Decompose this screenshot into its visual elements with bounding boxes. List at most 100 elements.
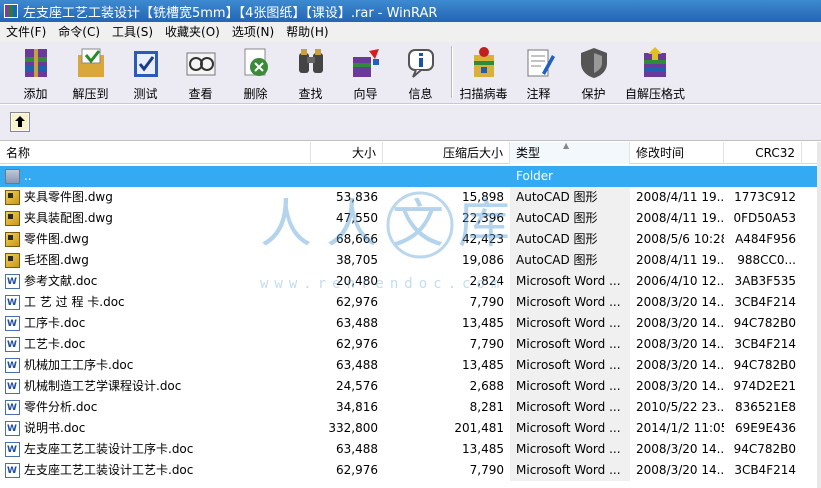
parent-folder-row[interactable]: .. Folder [0, 166, 821, 187]
file-row[interactable]: 夹具装配图.dwg 47,550 22,396 AutoCAD 图形 2008/4/11… [0, 208, 821, 229]
menu-tools[interactable]: 工具(S) [106, 22, 159, 42]
file-name: 毛坯图.dwg [24, 253, 89, 267]
sfx-button[interactable]: 自解压格式 [621, 42, 689, 102]
file-row[interactable]: 机械加工工序卡.doc 63,488 13,485 Microsoft Word ..… [0, 355, 821, 376]
delete-button[interactable]: 删除 [228, 42, 283, 102]
file-name-cell: 零件分析.doc [5, 397, 310, 418]
word-document-icon [5, 335, 20, 355]
file-name: 工 艺 过 程 卡.doc [24, 295, 125, 309]
file-type: Microsoft Word ... [510, 292, 630, 313]
file-row[interactable]: 说明书.doc 332,800 201,481 Microsoft Word ... 2… [0, 418, 821, 439]
file-crc32: 0FD50A53 [733, 211, 796, 225]
file-row[interactable]: 左支座工艺工装设计工序卡.doc 63,488 13,485 Microsoft Wo… [0, 439, 821, 460]
test-label: 测试 [133, 87, 158, 101]
header-type[interactable]: 类型 [510, 142, 630, 164]
header-size[interactable]: 大小 [311, 142, 383, 164]
menu-commands[interactable]: 命令(C) [52, 22, 106, 42]
file-crc32: 3CB4F214 [734, 337, 796, 351]
file-packed-size: 2,688 [469, 379, 504, 393]
file-name-cell: .. [5, 166, 310, 187]
sfx-icon [644, 47, 666, 77]
file-packed-size: 7,790 [469, 337, 504, 351]
vertical-scrollbar[interactable] [817, 142, 821, 488]
winrar-app-icon [4, 4, 18, 18]
info-icon [407, 49, 434, 78]
file-crc32: 69E9E436 [735, 421, 796, 435]
menu-favorites[interactable]: 收藏夹(O) [159, 22, 226, 42]
extract-to-button[interactable]: 解压到 [63, 42, 118, 102]
file-type: AutoCAD 图形 [510, 250, 630, 271]
file-crc32: 988CC0... [737, 253, 796, 267]
wizard-button[interactable]: 向导 [338, 42, 393, 102]
autocad-file-icon [5, 211, 20, 226]
file-size: 68,666 [336, 232, 378, 246]
file-name-cell: 夹具零件图.dwg [5, 187, 310, 208]
virus-scan-button[interactable]: 扫描病毒 [456, 42, 511, 102]
header-crc32[interactable]: CRC32 [724, 142, 802, 164]
column-headers: 名称 大小 压缩后大小 类型 修改时间 CRC32 [0, 142, 821, 164]
add-button[interactable]: 添加 [8, 42, 63, 102]
file-row[interactable]: 毛坯图.dwg 38,705 19,086 AutoCAD 图形 2008/4/11 1… [0, 250, 821, 271]
find-button[interactable]: 查找 [283, 42, 338, 102]
file-packed-size: 19,086 [462, 253, 504, 267]
file-name: .. [24, 169, 32, 183]
view-button[interactable]: 查看 [173, 42, 228, 102]
file-row[interactable]: 工艺卡.doc 62,976 7,790 Microsoft Word ... 2008… [0, 334, 821, 355]
menu-file[interactable]: 文件(F) [0, 22, 52, 42]
comment-button[interactable]: 注释 [511, 42, 566, 102]
info-button[interactable]: 信息 [393, 42, 448, 102]
file-type: Folder [516, 169, 554, 183]
file-name: 参考文献.doc [24, 274, 98, 288]
file-size: 63,488 [336, 316, 378, 330]
menu-help[interactable]: 帮助(H) [280, 22, 334, 42]
word-document-icon [5, 461, 20, 481]
file-row[interactable]: 零件图.dwg 68,666 42,423 AutoCAD 图形 2008/5/6 10… [0, 229, 821, 250]
file-modified: 2008/3/20 14... [636, 358, 724, 372]
file-modified: 2014/1/2 11:05 [636, 421, 724, 435]
file-name: 工序卡.doc [24, 316, 86, 330]
menu-bar: 文件(F) 命令(C) 工具(S) 收藏夹(O) 选项(N) 帮助(H) [0, 22, 821, 42]
file-row[interactable]: 机械制造工艺学课程设计.doc 24,576 2,688 Microsoft Word… [0, 376, 821, 397]
file-crc32: 94C782B0 [733, 442, 796, 456]
test-button[interactable]: 测试 [118, 42, 173, 102]
file-crc32: 836521E8 [734, 400, 796, 414]
file-row[interactable]: 工 艺 过 程 卡.doc 62,976 7,790 Microsoft Word .… [0, 292, 821, 313]
file-name-cell: 机械加工工序卡.doc [5, 355, 310, 376]
file-size: 34,816 [336, 400, 378, 414]
file-row[interactable]: 左支座工艺工装设计工艺卡.doc 62,976 7,790 Microsoft Wor… [0, 460, 821, 481]
file-type: Microsoft Word ... [510, 334, 630, 355]
file-modified: 2008/3/20 14... [636, 442, 724, 456]
protect-button[interactable]: 保护 [566, 42, 621, 102]
file-type: Microsoft Word ... [510, 271, 630, 292]
file-row[interactable]: 参考文献.doc 20,480 2,824 Microsoft Word ... 200… [0, 271, 821, 292]
file-crc32: A484F956 [735, 232, 796, 246]
file-name: 夹具零件图.dwg [24, 190, 113, 204]
file-packed-size: 22,396 [462, 211, 504, 225]
file-modified: 2008/4/11 19... [636, 253, 724, 267]
header-packed[interactable]: 压缩后大小 [383, 142, 510, 164]
file-row[interactable]: 夹具零件图.dwg 53,836 15,898 AutoCAD 图形 2008/4/11… [0, 187, 821, 208]
up-folder-button[interactable] [10, 112, 30, 132]
file-row[interactable]: 零件分析.doc 34,816 8,281 Microsoft Word ... 201… [0, 397, 821, 418]
file-name: 机械加工工序卡.doc [24, 358, 134, 372]
file-name-cell: 工序卡.doc [5, 313, 310, 334]
file-modified: 2008/4/11 19... [636, 190, 724, 204]
file-name-cell: 工 艺 过 程 卡.doc [5, 292, 310, 313]
menu-options[interactable]: 选项(N) [226, 22, 280, 42]
header-name[interactable]: 名称 [0, 142, 311, 164]
file-modified: 2008/3/20 14... [636, 379, 724, 393]
file-type: Microsoft Word ... [510, 460, 630, 481]
file-modified [630, 166, 724, 187]
file-row[interactable]: 工序卡.doc 63,488 13,485 Microsoft Word ... 200… [0, 313, 821, 334]
test-icon [133, 51, 158, 77]
delete-icon [244, 48, 268, 76]
file-packed-size: 13,485 [462, 442, 504, 456]
file-size: 63,488 [336, 358, 378, 372]
file-size [312, 166, 378, 187]
file-type: Microsoft Word ... [510, 397, 630, 418]
file-size: 38,705 [336, 253, 378, 267]
file-type: Microsoft Word ... [510, 313, 630, 334]
header-modified[interactable]: 修改时间 [630, 142, 724, 164]
up-arrow-icon [12, 114, 28, 130]
file-crc32: 3CB4F214 [734, 295, 796, 309]
